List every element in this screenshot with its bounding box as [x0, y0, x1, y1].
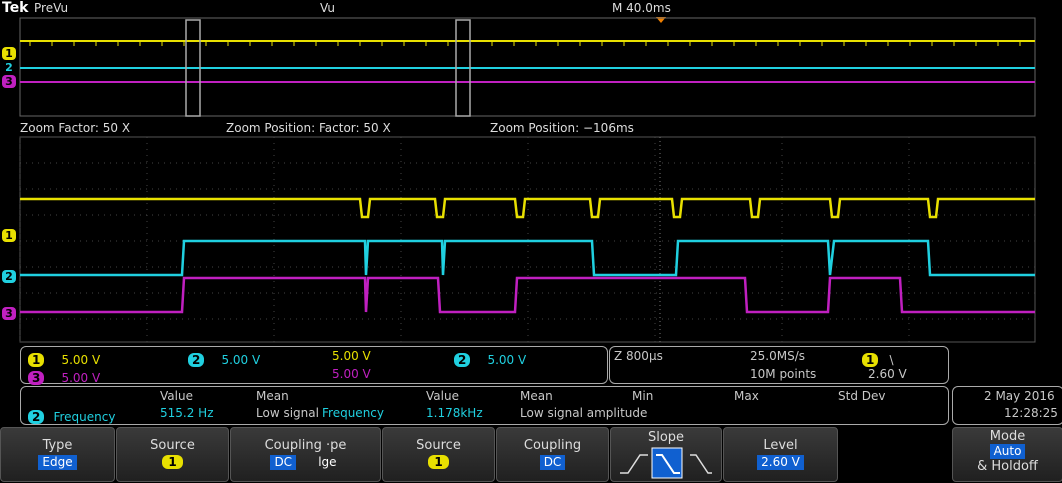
meas-header-value-2: Value [426, 389, 459, 403]
type-button[interactable]: Type Edge [0, 427, 115, 482]
mode-holdoff-button[interactable]: Mode Auto & Holdoff [952, 427, 1062, 482]
meas-header-mean-1: Mean [256, 389, 289, 403]
zoom-waveform-display [19, 136, 1036, 343]
ch2-marker-overview[interactable]: 2 [2, 61, 16, 74]
level-button[interactable]: Level 2.60 V [723, 427, 838, 482]
ch1-marker-overview[interactable]: 1 [2, 47, 16, 60]
brand-logo: Tek [2, 0, 29, 16]
zoom-position: Zoom Position: −106ms [490, 121, 634, 135]
ch2-settings[interactable]: 2 5.00 V [188, 349, 260, 368]
source-button[interactable]: Source 1 [116, 427, 229, 482]
meas-header-max: Max [734, 389, 759, 403]
ch3-settings[interactable]: 3 5.00 V [28, 367, 100, 386]
meas-low-signal: Low signal [256, 406, 319, 420]
meas-header-value-1: Value [160, 389, 193, 403]
zoom-factor: Zoom Factor: 50 X [20, 121, 131, 135]
source-button-2[interactable]: Source 1 [382, 427, 495, 482]
record-length: 10M points [750, 367, 817, 381]
ch3-marker-overview[interactable]: 3 [2, 75, 16, 88]
ch2-marker[interactable]: 2 [2, 270, 16, 283]
slope-button[interactable]: Slope [610, 427, 722, 482]
meas-low-signal-amplitude: Low signal amplitude [520, 406, 648, 420]
ch1-marker[interactable]: 1 [2, 229, 16, 242]
meas-header-stddev: Std Dev [838, 389, 886, 403]
trigger-readout[interactable]: 1 \ [862, 349, 894, 368]
coupling-type-button[interactable]: Coupling ·pe DC lge [230, 427, 381, 482]
rising-slope-icon [620, 454, 648, 474]
meas-header-min: Min [632, 389, 654, 403]
ch1-settings[interactable]: 1 5.00 V [28, 349, 100, 368]
trigger-level-readout: 2.60 V [868, 367, 907, 381]
ch3-marker[interactable]: 3 [2, 307, 16, 320]
timebase-readout: M 40.0ms [612, 1, 671, 15]
coupling-button[interactable]: Coupling DC [496, 427, 609, 482]
meas-frequency-value: 515.2 Hz [160, 406, 214, 420]
ch2-extra-settings[interactable]: 2 5.00 V [454, 349, 526, 368]
time-readout: 12:28:25 [1004, 406, 1058, 420]
zoom-scale: Z 800µs [614, 349, 663, 363]
date-readout: 2 May 2016 [984, 389, 1055, 403]
ch-extra-scale-2: 5.00 V [332, 367, 371, 381]
slope-icons [620, 447, 712, 479]
overview-waveform-panel [19, 17, 1036, 117]
meas-value-2: 1.178kHz [426, 406, 483, 420]
trigger-status: Vu [320, 1, 335, 15]
meas-header-mean-2: Mean [520, 389, 553, 403]
ch-extra-scale-1: 5.00 V [332, 349, 371, 363]
sample-rate: 25.0MS/s [750, 349, 805, 363]
meas-row-label[interactable]: 2 Frequency [28, 406, 115, 425]
acquisition-mode: PreVu [34, 1, 69, 15]
either-slope-icon [690, 454, 712, 474]
meas-frequency-2: Frequency [322, 406, 384, 420]
zoom-position-factor: Zoom Position: Factor: 50 X [226, 121, 391, 135]
